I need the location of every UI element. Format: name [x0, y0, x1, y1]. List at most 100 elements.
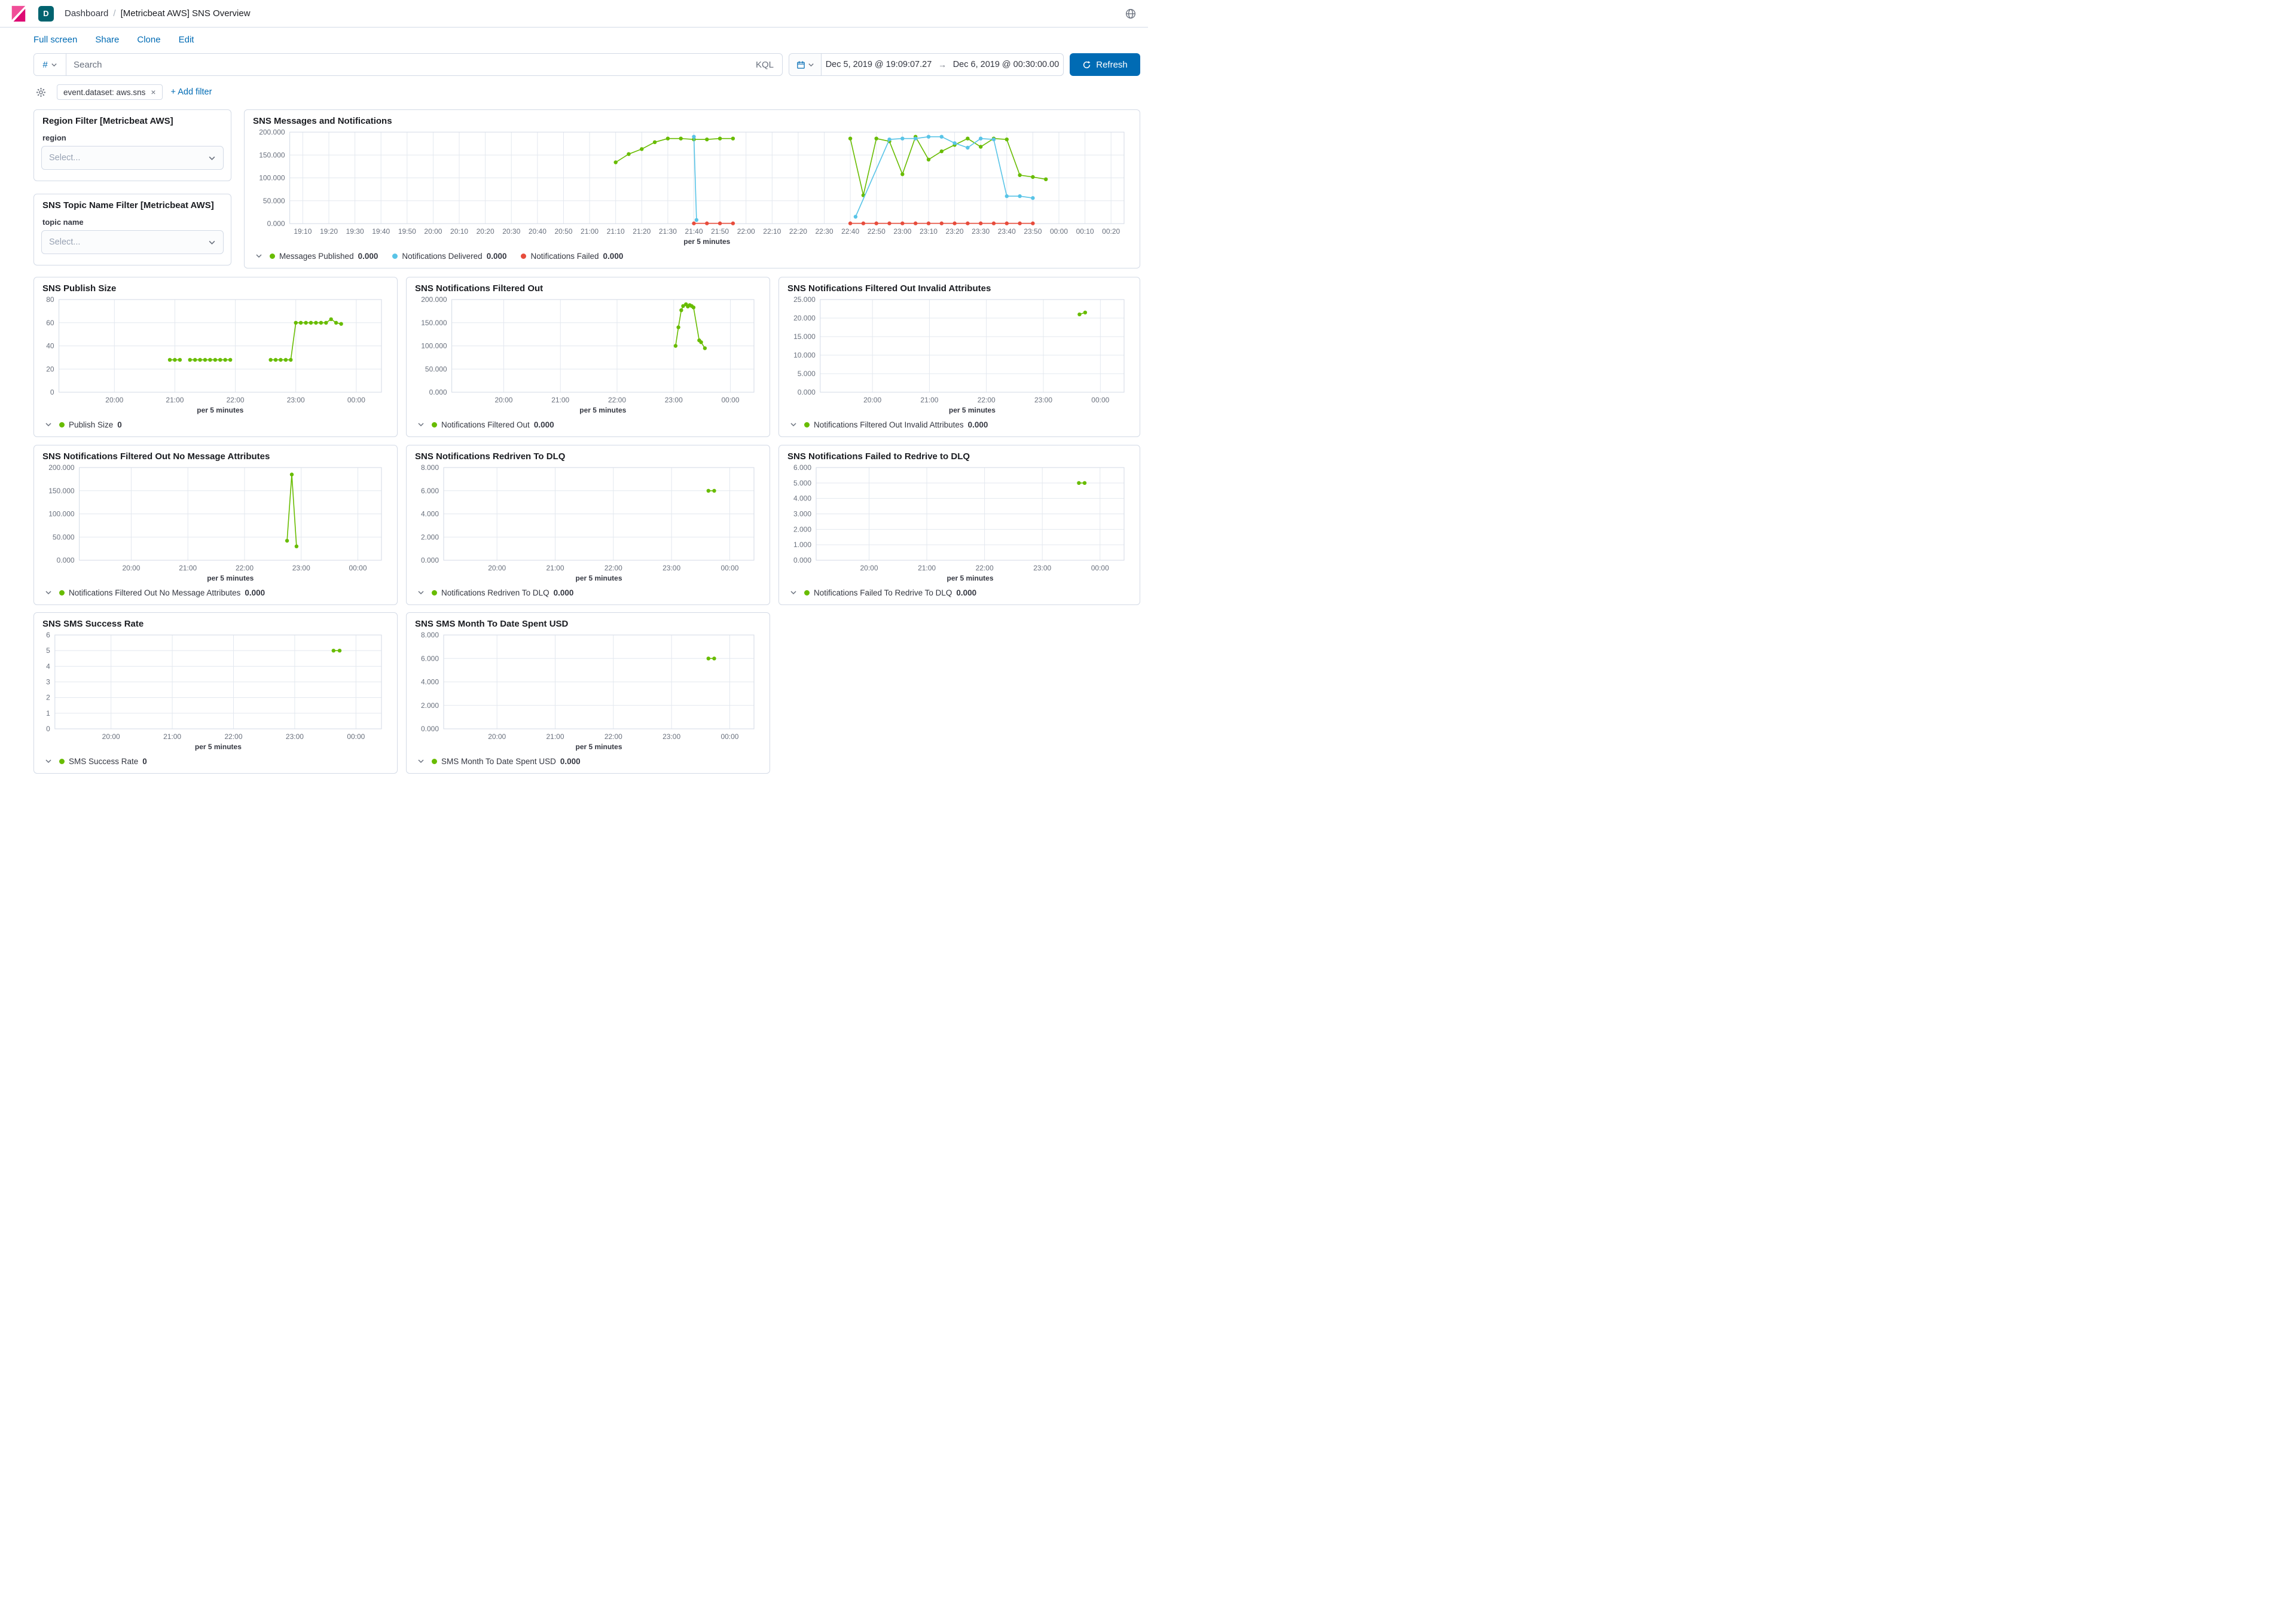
chart-canvas: 0.0005.00010.00015.00020.00025.00020:002…	[786, 295, 1132, 416]
svg-text:21:00: 21:00	[179, 564, 197, 572]
svg-text:0.000: 0.000	[267, 219, 285, 228]
date-range-end[interactable]: Dec 6, 2019 @ 00:30:00.00	[949, 60, 1063, 69]
svg-text:21:30: 21:30	[659, 227, 677, 236]
chart-sns-sms-month-to-date-spent[interactable]: 0.0002.0004.0006.0008.00020:0021:0022:00…	[414, 630, 762, 753]
chart-sns-notifications-filtered-out[interactable]: 0.00050.000100.000150.000200.00020:0021:…	[414, 295, 762, 416]
filter-remove-icon[interactable]: ×	[151, 87, 155, 97]
svg-text:21:50: 21:50	[711, 227, 729, 236]
share-link[interactable]: Share	[95, 35, 119, 45]
svg-text:22:00: 22:00	[227, 396, 245, 404]
svg-text:23:00: 23:00	[286, 732, 304, 741]
filter-options-gear-icon[interactable]	[33, 85, 48, 100]
chart-legend: Notifications Filtered Out0.000	[414, 416, 762, 433]
panel-sns-filtered-out-invalid-attributes: SNS Notifications Filtered Out Invalid A…	[778, 277, 1140, 437]
svg-text:4.000: 4.000	[421, 510, 439, 518]
legend-collapse-icon[interactable]	[45, 589, 52, 596]
saved-query-menu-button[interactable]: #	[34, 54, 66, 75]
legend-entry[interactable]: Notifications Filtered Out Invalid Attri…	[804, 420, 988, 429]
legend-entry[interactable]: SMS Success Rate0	[59, 757, 147, 766]
svg-text:19:30: 19:30	[346, 227, 364, 236]
svg-text:15.000: 15.000	[793, 332, 816, 341]
chart-sns-messages-notifications[interactable]: 0.00050.000100.000150.000200.00019:1019:…	[252, 127, 1132, 248]
date-range-start[interactable]: Dec 5, 2019 @ 19:09:07.27	[822, 60, 936, 69]
full-screen-link[interactable]: Full screen	[33, 35, 77, 45]
legend-entry[interactable]: Messages Published0.000	[270, 252, 378, 261]
svg-text:20:30: 20:30	[502, 227, 520, 236]
legend-collapse-icon[interactable]	[790, 589, 797, 596]
svg-text:per 5 minutes: per 5 minutes	[949, 406, 996, 414]
clone-link[interactable]: Clone	[137, 35, 160, 45]
svg-text:20:00: 20:00	[488, 564, 506, 572]
breadcrumb-dashboard[interactable]: Dashboard	[65, 8, 108, 19]
svg-text:6.000: 6.000	[421, 654, 439, 662]
legend-collapse-icon[interactable]	[790, 421, 797, 428]
legend-entry[interactable]: Notifications Failed0.000	[521, 252, 623, 261]
filter-pill-event-dataset[interactable]: event.dataset: aws.sns ×	[57, 84, 163, 100]
legend-collapse-icon[interactable]	[417, 758, 425, 765]
legend-series-value: 0	[142, 757, 147, 766]
svg-text:0.000: 0.000	[793, 556, 811, 564]
region-select[interactable]: Select...	[41, 146, 224, 170]
chart-sns-publish-size[interactable]: 02040608020:0021:0022:0023:0000:00per 5 …	[41, 295, 390, 416]
calendar-menu-button[interactable]	[789, 54, 822, 75]
edit-link[interactable]: Edit	[179, 35, 194, 45]
legend-entry[interactable]: Notifications Redriven To DLQ0.000	[432, 588, 573, 597]
svg-text:50.000: 50.000	[425, 365, 447, 373]
panel-sns-sms-month-to-date-spent: SNS SMS Month To Date Spent USD 0.0002.0…	[406, 612, 770, 774]
svg-text:23:10: 23:10	[920, 227, 938, 236]
svg-text:50.000: 50.000	[53, 533, 75, 541]
svg-text:21:00: 21:00	[546, 732, 564, 741]
chart-sns-filtered-out-no-message-attributes[interactable]: 0.00050.000100.000150.000200.00020:0021:…	[41, 463, 390, 584]
legend-series-label: Notifications Redriven To DLQ	[441, 588, 549, 597]
search-input[interactable]	[66, 54, 747, 75]
panel-title: SNS Messages and Notifications	[253, 116, 1131, 126]
svg-text:00:00: 00:00	[722, 396, 740, 404]
legend-series-label: Notifications Filtered Out	[441, 420, 530, 429]
svg-text:23:40: 23:40	[998, 227, 1016, 236]
refresh-label: Refresh	[1096, 60, 1128, 70]
legend-series-dot	[804, 590, 810, 596]
legend-collapse-icon[interactable]	[45, 421, 52, 428]
svg-text:23:20: 23:20	[946, 227, 964, 236]
refresh-icon	[1082, 60, 1091, 69]
space-badge[interactable]: D	[38, 6, 54, 22]
legend-entry[interactable]: Notifications Filtered Out0.000	[432, 420, 554, 429]
svg-text:20:00: 20:00	[488, 732, 506, 741]
kql-toggle[interactable]: KQL	[747, 60, 782, 70]
chart-sns-sms-success-rate[interactable]: 012345620:0021:0022:0023:0000:00per 5 mi…	[41, 630, 390, 753]
svg-text:20:00: 20:00	[494, 396, 512, 404]
chart-sns-failed-to-redrive-to-dlq[interactable]: 0.0001.0002.0003.0004.0005.0006.00020:00…	[786, 463, 1132, 584]
chart-sns-redriven-to-dlq[interactable]: 0.0002.0004.0006.0008.00020:0021:0022:00…	[414, 463, 762, 584]
svg-text:6.000: 6.000	[421, 487, 439, 495]
legend-collapse-icon[interactable]	[417, 421, 425, 428]
svg-text:23:00: 23:00	[1034, 396, 1052, 404]
chart-legend: SMS Success Rate0	[41, 753, 390, 770]
legend-entry[interactable]: Notifications Filtered Out No Message At…	[59, 588, 265, 597]
legend-entry[interactable]: Notifications Delivered0.000	[392, 252, 506, 261]
legend-entry[interactable]: Publish Size0	[59, 420, 122, 429]
svg-text:20:10: 20:10	[450, 227, 468, 236]
legend-series-value: 0.000	[560, 757, 581, 766]
chart-canvas: 0.0002.0004.0006.0008.00020:0021:0022:00…	[414, 463, 762, 584]
svg-text:1: 1	[46, 709, 50, 717]
chart-sns-filtered-out-invalid-attributes[interactable]: 0.0005.00010.00015.00020.00025.00020:002…	[786, 295, 1132, 416]
legend-collapse-icon[interactable]	[45, 758, 52, 765]
add-filter-link[interactable]: + Add filter	[171, 87, 212, 97]
svg-text:21:00: 21:00	[546, 564, 564, 572]
panel-sns-failed-to-redrive-to-dlq: SNS Notifications Failed to Redrive to D…	[778, 445, 1140, 605]
refresh-button[interactable]: Refresh	[1070, 53, 1140, 76]
svg-text:21:00: 21:00	[918, 564, 936, 572]
svg-text:21:10: 21:10	[607, 227, 625, 236]
legend-series-dot	[521, 254, 526, 259]
topic-select[interactable]: Select...	[41, 230, 224, 254]
svg-text:22:00: 22:00	[976, 564, 994, 572]
legend-entry[interactable]: Notifications Failed To Redrive To DLQ0.…	[804, 588, 976, 597]
kibana-logo[interactable]	[10, 5, 28, 23]
help-icon[interactable]	[1123, 6, 1138, 22]
legend-collapse-icon[interactable]	[417, 589, 425, 596]
svg-text:per 5 minutes: per 5 minutes	[195, 743, 242, 751]
chevron-down-icon	[208, 239, 216, 246]
legend-collapse-icon[interactable]	[255, 252, 262, 259]
legend-entry[interactable]: SMS Month To Date Spent USD0.000	[432, 757, 581, 766]
legend-series-value: 0	[117, 420, 122, 429]
